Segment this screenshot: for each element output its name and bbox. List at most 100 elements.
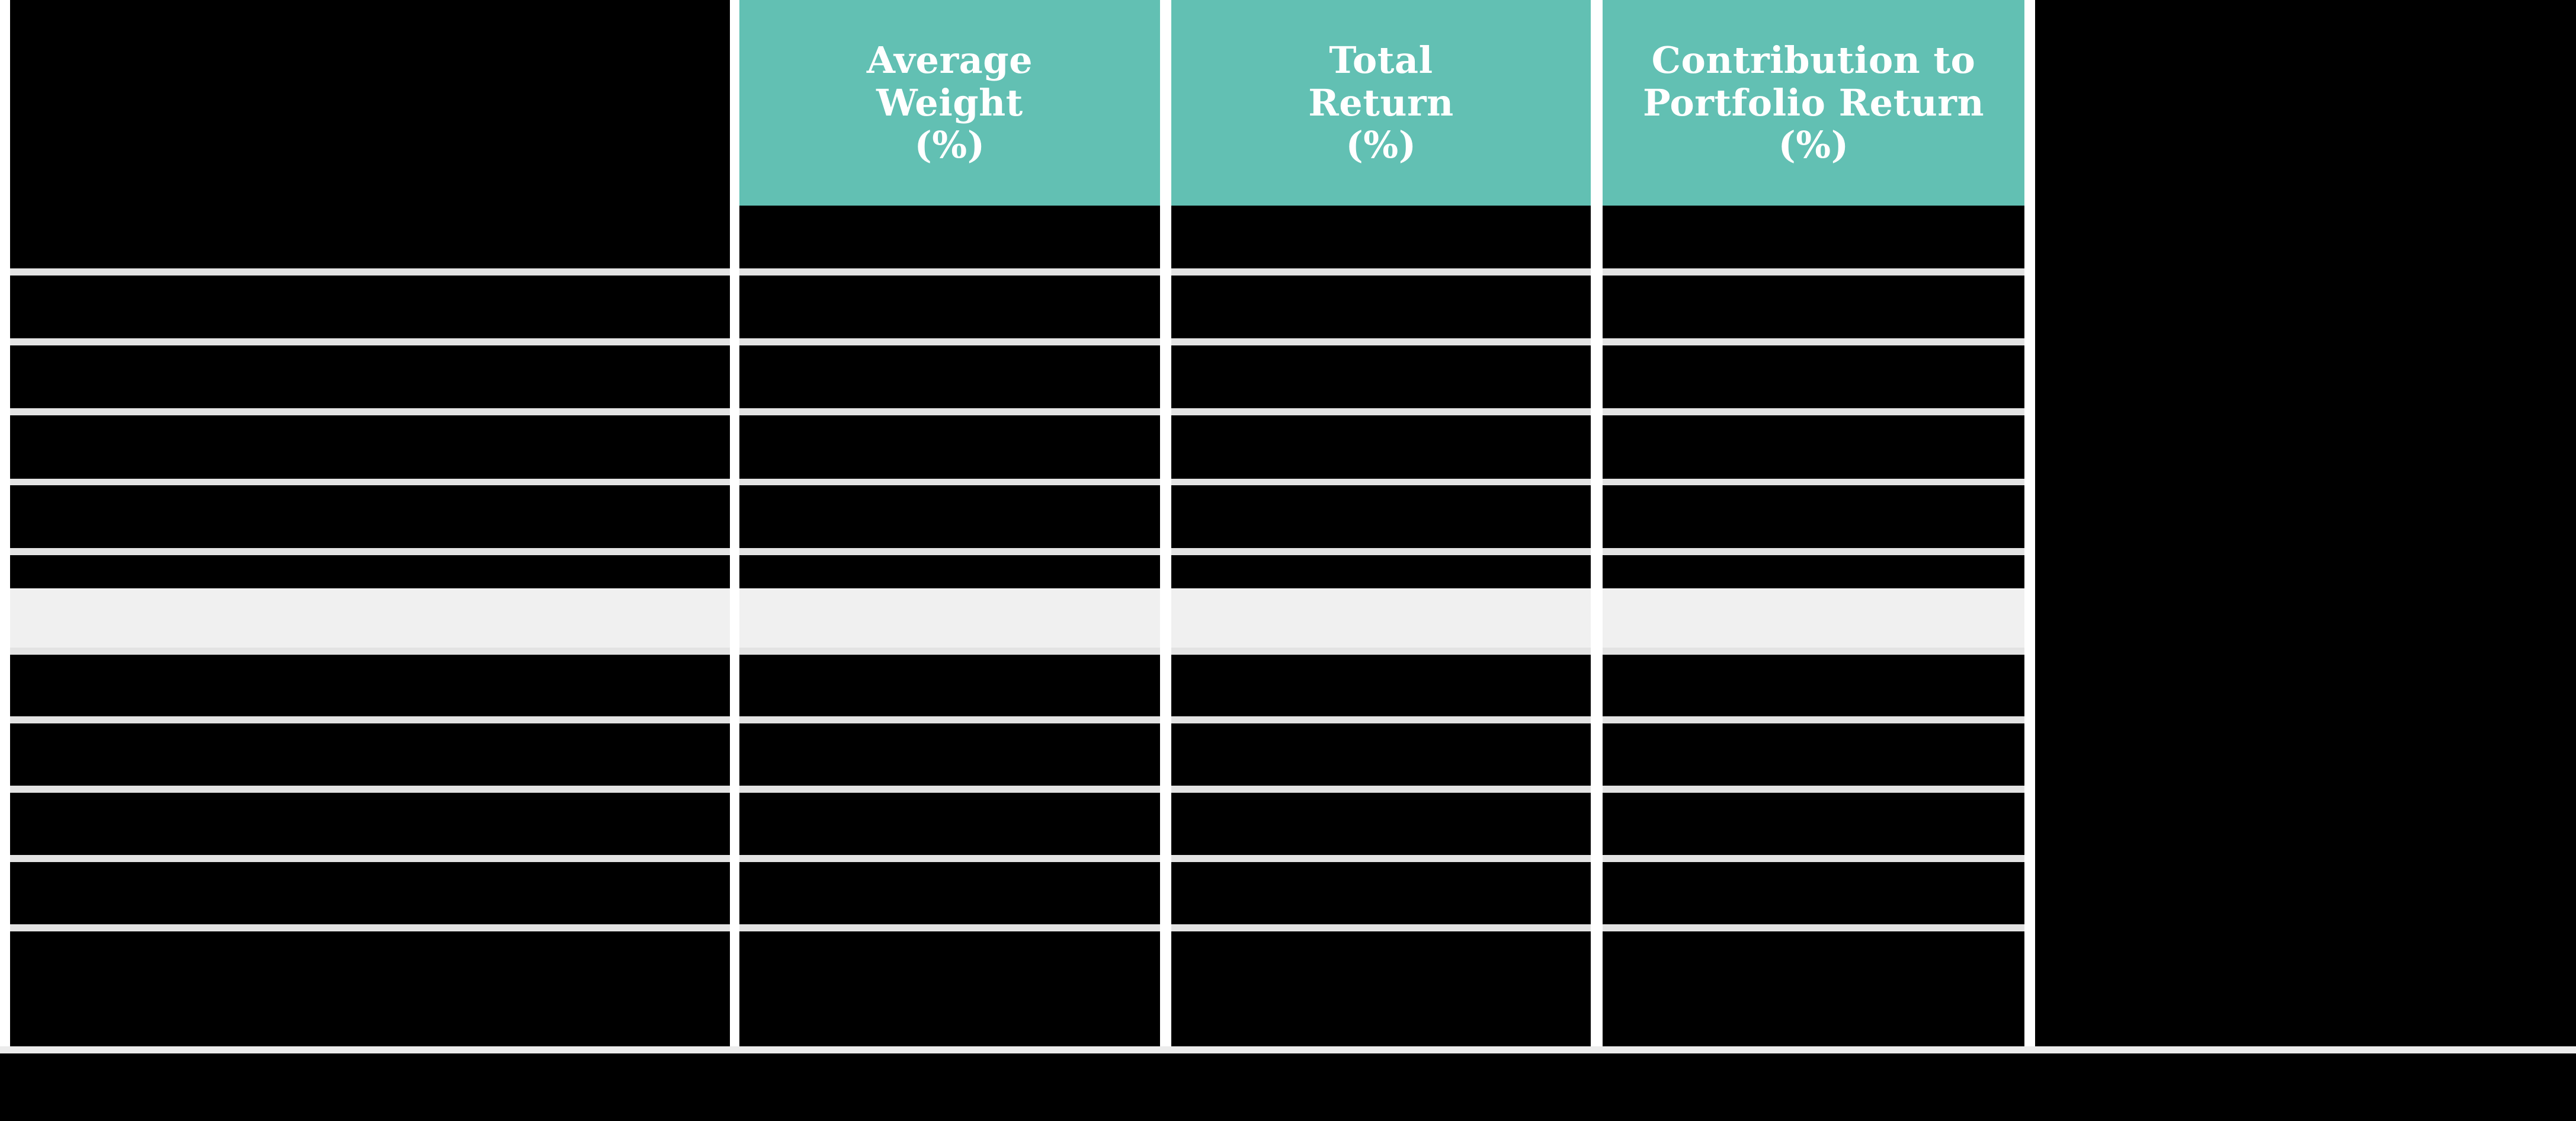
header-cell-average-weight: Average Weight (%): [739, 0, 1160, 206]
table-row-separator: [1171, 548, 1591, 555]
table-row-label-cell: [10, 588, 730, 648]
column-gutter-2: [1160, 0, 1171, 1053]
table-row-separator: [1171, 648, 1591, 655]
header-contribution-line-1: Contribution to: [1651, 38, 1976, 82]
table-row-value-cell: [1171, 415, 1591, 479]
table-row-separator: [1171, 268, 1591, 276]
data-table: Average Weight (%) Total Return (%) Cont…: [0, 0, 2576, 1121]
table-row-label-cell: [10, 485, 730, 548]
column-gutter-right: [2024, 0, 2035, 1053]
header-cell-total-return: Total Return (%): [1171, 0, 1591, 206]
table-row-value-cell: [1171, 793, 1591, 855]
header-contribution-line-2: Portfolio Return: [1642, 81, 1985, 124]
column-gutter-3: [1591, 0, 1603, 1053]
table-row-separator: [739, 268, 1160, 276]
table-row-value-cell: [739, 206, 1160, 268]
table-row-separator: [10, 924, 730, 931]
table-row-value-cell: [1171, 724, 1591, 786]
table-row-separator: [1171, 338, 1591, 345]
table-row-separator: [10, 268, 730, 276]
table-row-separator: [10, 408, 730, 415]
table-row-separator: [1603, 338, 2024, 345]
table-row-separator: [1171, 924, 1591, 931]
table-row-separator: [1603, 548, 2024, 555]
header-cell-contribution-to-portfolio-return: Contribution to Portfolio Return (%): [1603, 0, 2024, 206]
table-row-separator: [1171, 786, 1591, 793]
table-row-label-cell: [10, 863, 730, 924]
table-row-value-cell: [739, 485, 1160, 548]
table-row-separator: [10, 786, 730, 793]
header-total-return-line-3: (%): [1345, 123, 1417, 167]
table-row-separator: [10, 855, 730, 862]
table-row-separator: [1603, 648, 2024, 655]
table-row-value-cell: [1603, 485, 2024, 548]
table-row-value-cell: [1603, 863, 2024, 924]
table-row-separator: [10, 648, 730, 655]
table-row-value-cell: [1603, 793, 2024, 855]
table-row-value-cell: [739, 588, 1160, 648]
table-row-value-cell: [1603, 276, 2024, 338]
table-row-separator: [1603, 408, 2024, 415]
table-row-separator: [739, 338, 1160, 345]
table-row-separator: [1603, 716, 2024, 723]
header-cell-label: [10, 0, 730, 206]
table-row-separator: [739, 548, 1160, 555]
table-row-value-cell: [1171, 863, 1591, 924]
header-total-return-line-1: Total: [1329, 38, 1433, 82]
table-row-value-cell: [739, 415, 1160, 479]
table-row-value-cell: [1171, 206, 1591, 268]
table-row-label-cell: [10, 793, 730, 855]
table-row-value-cell: [1603, 655, 2024, 716]
table-row-separator: [1603, 786, 2024, 793]
table-row-value-cell: [1603, 206, 2024, 268]
table-row-label-cell: [10, 415, 730, 479]
table-row-separator: [739, 408, 1160, 415]
table-left-margin: [0, 0, 10, 1053]
column-gutter-1: [730, 0, 739, 1053]
table-bottom-rule: [0, 1046, 2576, 1053]
table-row-value-cell: [739, 863, 1160, 924]
header-average-weight-line-2: Weight: [876, 81, 1023, 124]
table-row-separator: [739, 786, 1160, 793]
table-row-value-cell: [739, 655, 1160, 716]
header-average-weight-line-3: (%): [914, 123, 985, 167]
table-row-value-cell: [739, 793, 1160, 855]
table-row-separator: [739, 855, 1160, 862]
table-row-value-cell: [1603, 588, 2026, 648]
table-row-value-cell: [1171, 485, 1591, 548]
table-row-value-cell: [1603, 985, 2024, 1046]
table-row-value-cell: [1603, 724, 2024, 786]
table-row-value-cell: [1171, 985, 1591, 1046]
table-row-label-cell: [10, 345, 730, 408]
table-row-value-cell: [1171, 655, 1591, 716]
table-row-separator: [1603, 855, 2024, 862]
table-row-separator: [10, 548, 730, 555]
table-row-separator: [739, 924, 1160, 931]
table-row-label-cell: [10, 724, 730, 786]
header-contribution-line-3: (%): [1778, 123, 1849, 167]
header-average-weight-line-1: Average: [866, 38, 1033, 82]
table-row-separator: [10, 338, 730, 345]
table-row-separator: [1603, 924, 2024, 931]
table-row-separator: [739, 716, 1160, 723]
table-row-value-cell: [739, 276, 1160, 338]
table-row-label-cell: [10, 206, 730, 268]
table-row-value-cell: [739, 985, 1160, 1046]
table-row-value-cell: [1171, 588, 1591, 648]
table-row-value-cell: [1603, 415, 2024, 479]
table-row-value-cell: [1171, 276, 1591, 338]
table-row-separator: [1603, 268, 2024, 276]
table-row-value-cell: [739, 724, 1160, 786]
table-row-label-cell: [10, 985, 730, 1046]
table-row-value-cell: [1171, 345, 1591, 408]
table-row-separator: [1171, 408, 1591, 415]
table-row-value-cell: [1603, 345, 2024, 408]
table-row-separator: [1171, 855, 1591, 862]
table-row-separator: [739, 648, 1160, 655]
table-row-label-cell: [10, 276, 730, 338]
table-row-separator: [1171, 716, 1591, 723]
table-row-value-cell: [739, 345, 1160, 408]
table-row-separator: [10, 716, 730, 723]
header-total-return-line-2: Return: [1308, 81, 1454, 124]
table-row-label-cell: [10, 655, 730, 716]
